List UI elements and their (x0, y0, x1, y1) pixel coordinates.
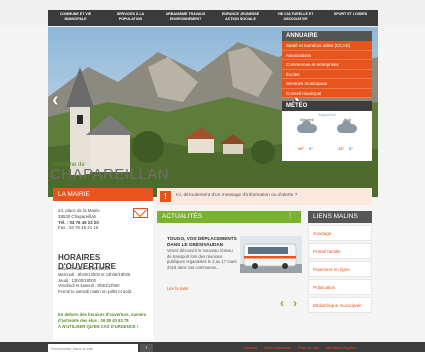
hero-prev-arrow[interactable]: ‹ (52, 89, 59, 112)
footer-link-mentions[interactable]: Mentions légales (326, 345, 356, 350)
annuaire-link-conseil[interactable]: Conseil municipal (282, 88, 372, 98)
opening-hours: Lundi et mardi : 8h30/12h00 Mercredi : 8… (58, 266, 132, 295)
mail-icon[interactable] (133, 208, 148, 218)
more-icon[interactable]: ⋮ (287, 212, 293, 219)
mairie-title: La mairie (53, 188, 153, 201)
nav-item-urbanisme[interactable]: Urbanisme travaux environnement (158, 10, 213, 26)
emergency-notice: En dehors des horaires d'ouverture, numé… (58, 312, 147, 329)
read-more-link[interactable]: Lire la suite (167, 286, 188, 291)
meteo-temp-high-1: 6° (309, 146, 313, 151)
annuaire-link-commerces[interactable]: Commerces et entreprises (282, 60, 372, 70)
meteo-temp-low-2: 13° (338, 146, 345, 151)
lien-paiement[interactable]: Paiement en ligne (308, 261, 372, 277)
actualites-title: Actualités (162, 213, 203, 220)
nav-item-services[interactable]: Services à la population (103, 10, 158, 26)
meteo-temp-low-1: 10° (298, 146, 305, 151)
annuaire-link-sante[interactable]: Santé et numéros utiles (CCAS) (282, 41, 372, 51)
alert-icon: ! (160, 191, 171, 202)
carousel-prev-button[interactable]: ‹ (280, 296, 284, 310)
annuaire-link-services[interactable]: Services municipaux (282, 79, 372, 89)
news-image[interactable] (240, 236, 302, 273)
lien-sondage[interactable]: Sondage (308, 225, 372, 241)
top-navigation-bar: Commune et vie municipale Services à la po… (0, 0, 425, 27)
lien-bibliotheque[interactable]: Bibliothèque municipale (308, 297, 372, 313)
annuaire-link-ecoles[interactable]: Écoles (282, 69, 372, 79)
news-title[interactable]: TOUGO, VOS DÉPLACEMENTS DANS LE GRÉSIVAU… (167, 236, 237, 247)
annuaire-link-associations[interactable]: Associations (282, 50, 372, 60)
liens-malins-title: Liens malins (308, 211, 372, 223)
meteo-widget: Aujourd'hui Mercredi Jeudi 10° 6° 13° 5° (282, 111, 372, 161)
bus-image (240, 236, 302, 273)
meteo-updated: Aujourd'hui (318, 113, 336, 117)
logo-title: CHAPAREILLAN (50, 166, 170, 183)
cloud-icon (337, 120, 357, 133)
search-input[interactable]: Rechercher dans le site (48, 344, 138, 352)
footer-link-plan[interactable]: Plan du site (298, 345, 319, 350)
main-menu: Commune et vie municipale Services à la po… (48, 10, 378, 26)
nav-item-enfance[interactable]: Enfance jeunesse action sociale (213, 10, 268, 26)
alert-banner: ! Ici, déroulement d'un message d'inform… (157, 188, 372, 205)
nav-item-commune[interactable]: Commune et vie municipale (48, 10, 103, 26)
actualites-header: Actualités ⋮ (157, 211, 301, 223)
cloud-icon (297, 120, 317, 133)
news-excerpt: Venez découvrir le nouveau réseau de tra… (167, 248, 237, 270)
meteo-temp-high-2: 5° (349, 146, 353, 151)
footer-links: Contact Géolocalisation Plan du site Men… (243, 345, 356, 350)
footer-link-geolocalisation[interactable]: Géolocalisation (264, 345, 291, 350)
mairie-block: La mairie 24, place de la Mairie 38530 C… (53, 188, 153, 340)
annuaire-panel: Annuaire Santé et numéros utiles (CCAS) … (282, 31, 372, 161)
alert-message: Ici, déroulement d'un message d'informat… (176, 193, 298, 198)
annuaire-title: Annuaire (282, 31, 372, 41)
nav-item-sport[interactable]: Sport et loisirs (323, 10, 378, 26)
meteo-title: MÉTÉO (282, 101, 372, 111)
mairie-address: 24, place de la Mairie 38530 Chapareilla… (58, 208, 100, 231)
footer-link-contact[interactable]: Contact (243, 345, 257, 350)
carousel-next-button[interactable]: › (293, 296, 297, 310)
lien-publication[interactable]: Publication (308, 279, 372, 295)
lien-portail-famille[interactable]: Portail famille (308, 243, 372, 259)
search-button[interactable]: › (140, 344, 153, 352)
nav-item-vie-culturelle[interactable]: Vie culturelle et associative (268, 10, 323, 26)
